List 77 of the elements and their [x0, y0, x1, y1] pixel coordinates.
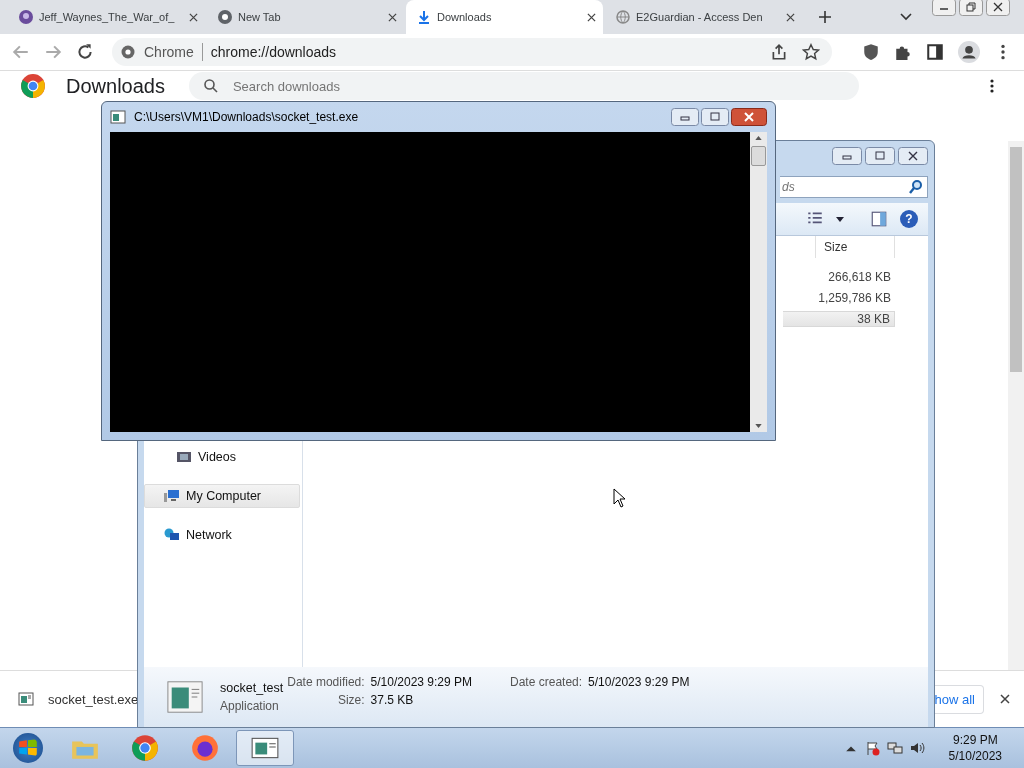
column-header[interactable]: Size [815, 236, 895, 258]
help-button[interactable]: ? [900, 210, 918, 228]
firefox-icon [190, 734, 220, 762]
maximize-icon[interactable] [701, 108, 729, 126]
close-tab-icon[interactable] [587, 12, 596, 22]
preview-pane-icon[interactable] [870, 210, 888, 228]
caret-icon[interactable] [836, 216, 844, 222]
minimize-icon[interactable] [832, 147, 862, 165]
application-icon [164, 678, 206, 716]
chrome-icon [120, 44, 136, 60]
property-value: 37.5 KB [370, 693, 415, 707]
console-app-icon [110, 109, 126, 125]
minimize-icon[interactable] [932, 0, 956, 16]
clock[interactable]: 9:29 PM 5/10/2023 [948, 732, 1002, 764]
profile-avatar-icon[interactable] [958, 41, 980, 63]
chevron-down-icon[interactable] [900, 13, 912, 21]
browser-tab[interactable]: Jeff_Waynes_The_War_of_ [8, 0, 205, 34]
scrollbar-thumb[interactable] [1010, 147, 1022, 372]
chrome-icon [130, 734, 160, 762]
close-tab-icon[interactable] [189, 12, 198, 22]
chrome-favicon-icon [217, 9, 233, 25]
globe-icon [615, 9, 631, 25]
download-item[interactable]: socket_test.exe [18, 691, 139, 707]
close-icon[interactable] [898, 147, 928, 165]
mouse-cursor-icon [613, 488, 625, 508]
search-field[interactable]: ds [780, 176, 928, 198]
network-icon[interactable] [886, 740, 903, 756]
scrollbar[interactable] [1008, 141, 1024, 670]
browser-tab[interactable]: New Tab [207, 0, 404, 34]
property-label: Date created: [510, 675, 583, 689]
network-icon [164, 527, 180, 543]
shield-icon[interactable] [862, 43, 880, 61]
site-favicon-icon [18, 9, 34, 25]
property-label: Size: [336, 693, 365, 707]
page-title: Downloads [66, 75, 165, 97]
file-size-cell[interactable]: 38 KB [783, 310, 895, 327]
property-value: 5/10/2023 9:29 PM [588, 675, 690, 689]
windows-logo-icon [13, 733, 43, 763]
close-icon[interactable] [731, 108, 767, 126]
taskbar-button[interactable] [236, 730, 294, 766]
action-center-flag-icon[interactable] [864, 740, 881, 756]
application-icon [18, 691, 34, 707]
close-icon[interactable] [1000, 694, 1010, 704]
share-icon[interactable] [770, 43, 788, 61]
file-size-cell[interactable]: 266,618 KB [828, 269, 895, 284]
scrollbar[interactable] [750, 132, 767, 432]
computer-icon [164, 488, 180, 504]
search-icon[interactable] [908, 179, 924, 195]
close-tab-icon[interactable] [786, 12, 795, 22]
bookmark-star-icon[interactable] [802, 43, 820, 61]
close-tab-icon[interactable] [388, 12, 397, 22]
property-value: 5/10/2023 9:29 PM [370, 675, 473, 689]
minimize-icon[interactable] [671, 108, 699, 126]
volume-icon[interactable] [908, 740, 925, 756]
address-bar[interactable]: Chrome chrome://downloads [112, 38, 832, 66]
restore-icon[interactable] [959, 0, 983, 16]
scrollbar-thumb[interactable] [751, 146, 766, 166]
browser-tab[interactable]: Downloads [406, 0, 603, 34]
nav-item[interactable]: Videos [144, 446, 300, 468]
property-label: Date modified: [287, 675, 365, 689]
search-field[interactable]: Search downloads [188, 72, 859, 100]
window-title: C:\Users\VM1\Downloads\socket_test.exe [134, 110, 360, 124]
scroll-down-arrow-icon[interactable] [755, 424, 762, 428]
file-type: Application [220, 699, 280, 713]
nav-item[interactable]: My Computer [144, 484, 300, 508]
download-icon [416, 9, 432, 25]
browser-tab[interactable]: E2Guardian - Access Den [605, 0, 802, 34]
file-name: socket_test [220, 681, 284, 695]
file-size-cell[interactable]: 1,259,786 KB [818, 290, 895, 305]
close-icon[interactable] [986, 0, 1010, 16]
film-icon [176, 449, 192, 465]
nav-item[interactable]: Network [144, 524, 300, 546]
chrome-logo-icon [20, 73, 46, 99]
scroll-up-arrow-icon[interactable] [755, 136, 762, 140]
reload-icon[interactable] [76, 43, 94, 61]
new-tab-icon[interactable] [818, 10, 832, 24]
side-panel-icon[interactable] [926, 43, 944, 61]
